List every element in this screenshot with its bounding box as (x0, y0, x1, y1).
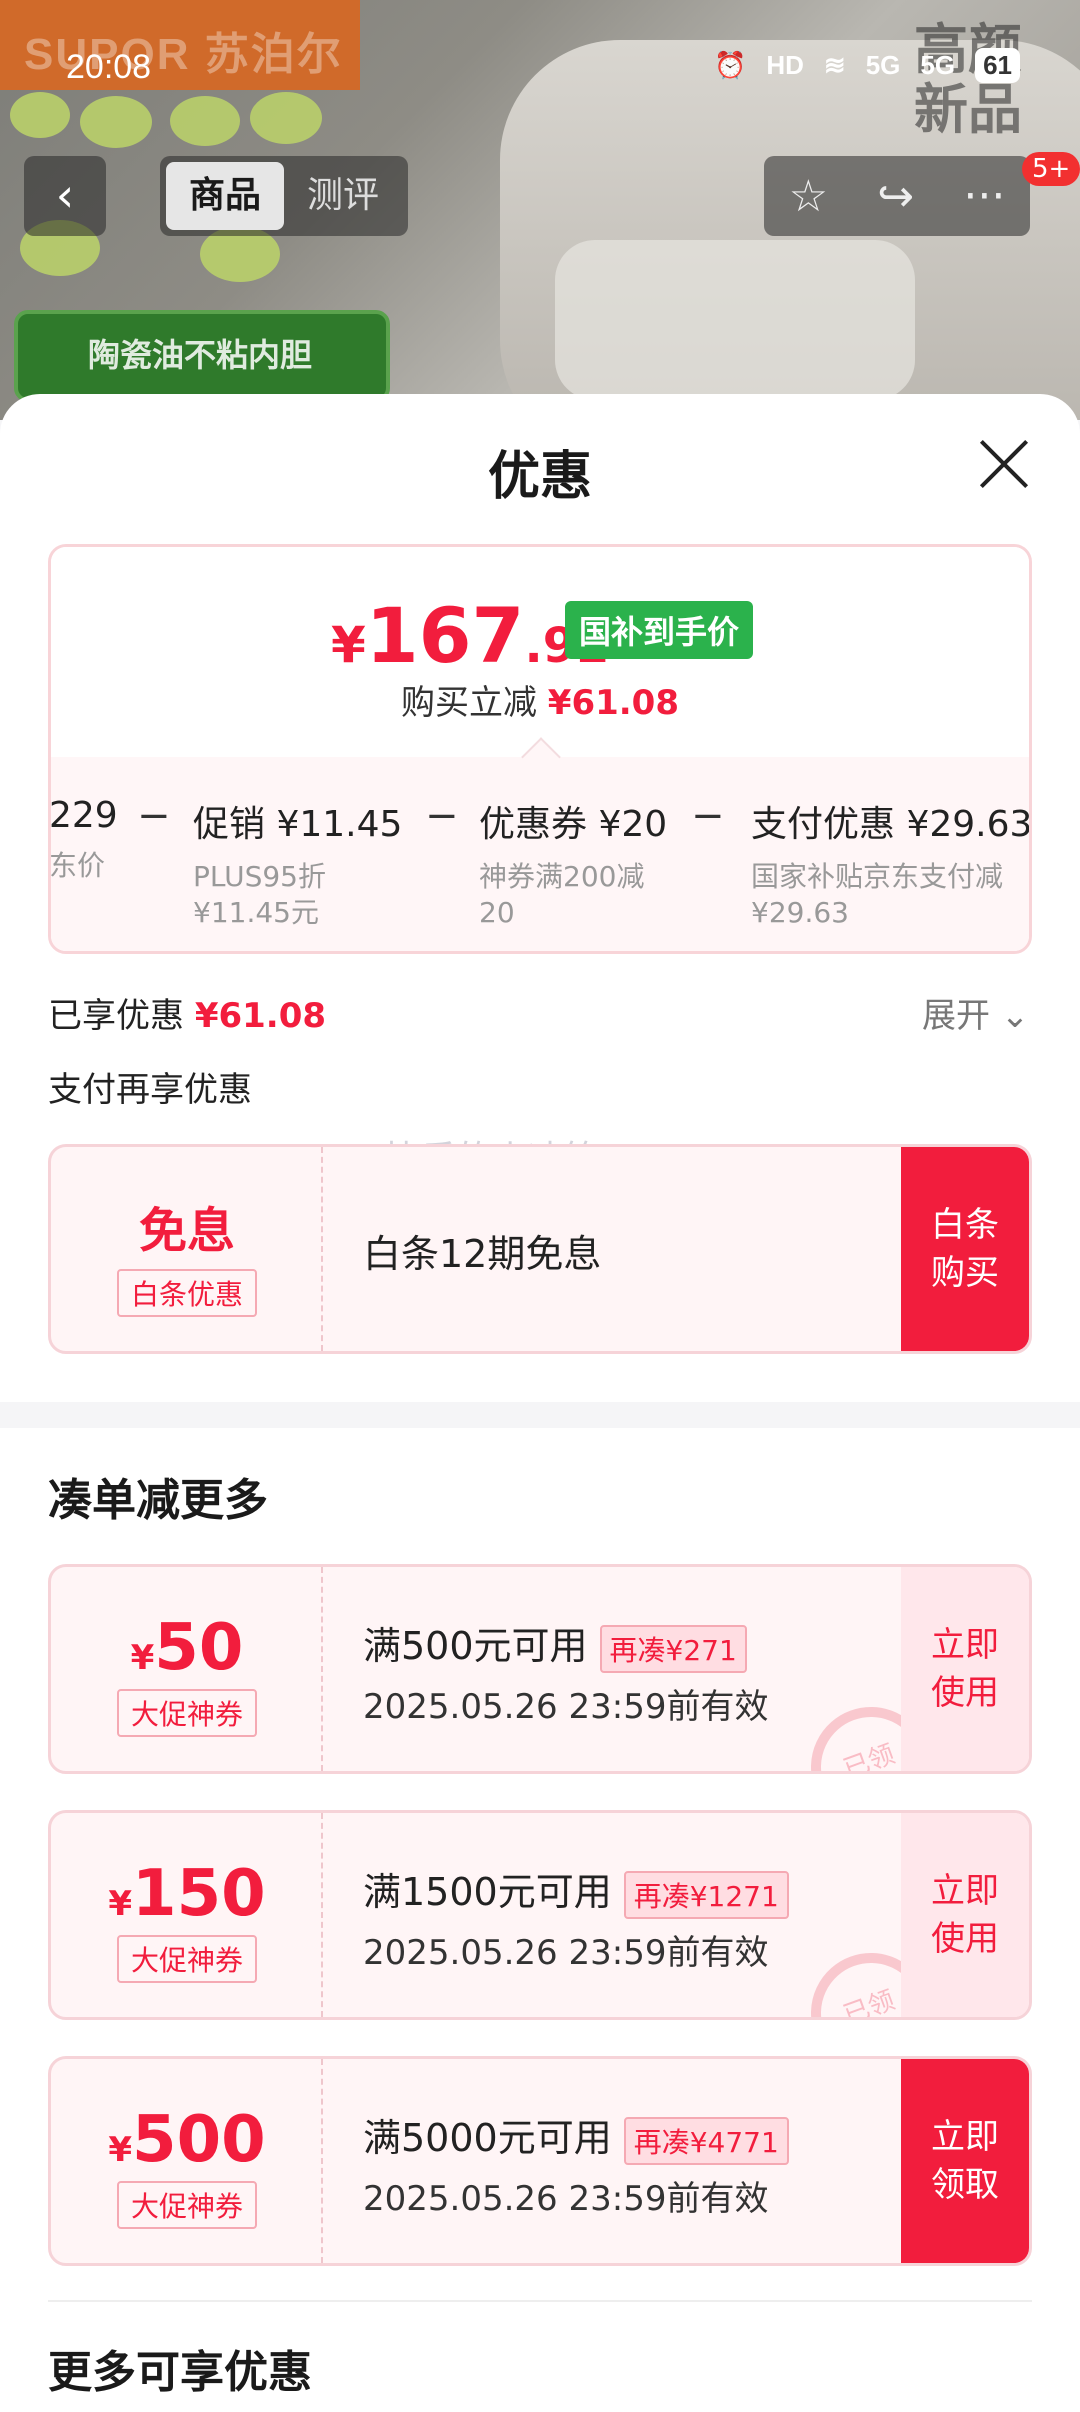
coupon-card: ¥150 大促神券 满1500元可用 再凑¥1271 2025.05.26 23:… (48, 1810, 1032, 2020)
cooker-control-panel (555, 240, 915, 400)
minus-sign: − (137, 793, 171, 839)
baitiao-tag: 白条优惠 (117, 1269, 257, 1317)
use-now-button[interactable]: 立即使用 (901, 1813, 1029, 2017)
tab-review[interactable]: 测评 (284, 162, 402, 230)
coupon-card: ¥50 大促神券 满500元可用 再凑¥271 2025.05.26 23:59前… (48, 1564, 1032, 1774)
grape-decoration (80, 96, 152, 148)
breakdown-payment: 支付优惠 ¥29.63 国家补贴京东支付减 ¥29.63 (751, 804, 1032, 929)
coupon-condition: 满500元可用 再凑¥271 (363, 1615, 747, 1673)
price-summary-card: ¥ 167 .92 国补到手价 购买立减 ¥61.08 229 东价 − 促销 … (48, 544, 1032, 954)
coupon-condition: 满1500元可用 再凑¥1271 (363, 1861, 789, 1919)
battery-icon: 61 (975, 48, 1020, 83)
chevron-left-icon: ‹ (55, 168, 75, 222)
alarm-icon: ⏰ (713, 50, 747, 80)
interest-free-label: 免息 (138, 1203, 235, 1259)
minus-sign: − (425, 793, 459, 839)
divider-line (48, 2300, 1032, 2302)
section-title-more-savings: 凑单减更多 (48, 1475, 268, 1526)
minus-sign: − (691, 793, 725, 839)
breakdown-jd-price: 229 东价 (49, 795, 118, 882)
enjoyed-discount: 已享优惠 ¥61.08 (48, 996, 327, 1036)
more-needed-tag: 再凑¥1271 (623, 1870, 789, 1919)
tab-product[interactable]: 商品 (166, 162, 284, 230)
coupon-type-tag: 大促神券 (117, 1935, 257, 1983)
back-button[interactable]: ‹ (24, 156, 106, 236)
more-needed-tag: 再凑¥4771 (623, 2116, 789, 2165)
coupon-amount: ¥50 (130, 1611, 244, 1685)
share-icon[interactable]: ↪ (877, 171, 914, 222)
breakdown-coupon: 优惠券 ¥20 神券满200减 20 (479, 804, 668, 929)
coupon-condition: 满5000元可用 再凑¥4771 (363, 2107, 789, 2165)
baitiao-desc: 白条12期免息 (363, 1232, 602, 1276)
more-needed-tag: 再凑¥271 (599, 1624, 747, 1673)
close-icon[interactable] (976, 436, 1032, 492)
sheet-title: 优惠 (487, 447, 592, 507)
star-icon[interactable]: ☆ (789, 171, 828, 222)
use-now-button[interactable]: 立即使用 (901, 1567, 1029, 1771)
expand-toggle[interactable]: 展开 ⌄ (922, 988, 1029, 1037)
coupon-amount: ¥500 (108, 2103, 266, 2177)
pay-discount-heading: 支付再享优惠 (48, 1070, 252, 1110)
baitiao-buy-button[interactable]: 白条购买 (901, 1147, 1029, 1351)
top-actions: ☆ ↪ ··· (764, 156, 1030, 236)
hd-icon: HD (766, 50, 804, 80)
status-icons: ⏰ HD ≋ 5G 5G 61 (714, 48, 1020, 83)
message-count-badge: 5+ (1022, 152, 1080, 186)
coupon-type-tag: 大促神券 (117, 2181, 257, 2229)
coupon-card: ¥500 大促神券 满5000元可用 再凑¥4771 2025.05.26 23:… (48, 2056, 1032, 2266)
coupon-amount: ¥150 (108, 1857, 266, 1931)
discount-sheet: 优惠 ¥ 167 .92 国补到手价 购买立减 ¥61.08 229 东价 − … (0, 394, 1080, 2412)
signal-icon: 5G (865, 50, 901, 80)
section-title-more-offers: 更多可享优惠 (48, 2347, 312, 2398)
status-bar: 20:08 ⏰ HD ≋ 5G 5G 61 (0, 40, 1080, 100)
coupon-validity: 2025.05.26 23:59前有效 (363, 1687, 769, 1727)
feature-badge: 陶瓷油不粘内胆 (14, 310, 390, 402)
claim-now-button[interactable]: 立即领取 (901, 2059, 1029, 2263)
coupon-validity: 2025.05.26 23:59前有效 (363, 1933, 769, 1973)
coupon-type-tag: 大促神券 (117, 1689, 257, 1737)
wifi-icon: ≋ (823, 50, 846, 80)
status-time: 20:08 (66, 48, 152, 86)
breakdown-promotion: 促销 ¥11.45 PLUS95折 ¥11.45元 (193, 804, 403, 929)
more-icon[interactable]: ··· (963, 171, 1005, 222)
grape-decoration (170, 96, 240, 146)
top-tabs: 商品 测评 (160, 156, 408, 236)
signal-icon: 5G (920, 50, 956, 80)
section-divider (0, 1402, 1080, 1428)
baitiao-card: 免息 白条优惠 白条12期免息 白条购买 (48, 1144, 1032, 1354)
purchase-reduction: 购买立减 ¥61.08 (400, 683, 679, 723)
coupon-validity: 2025.05.26 23:59前有效 (363, 2179, 769, 2219)
subsidy-price-tag: 国补到手价 (565, 601, 754, 659)
